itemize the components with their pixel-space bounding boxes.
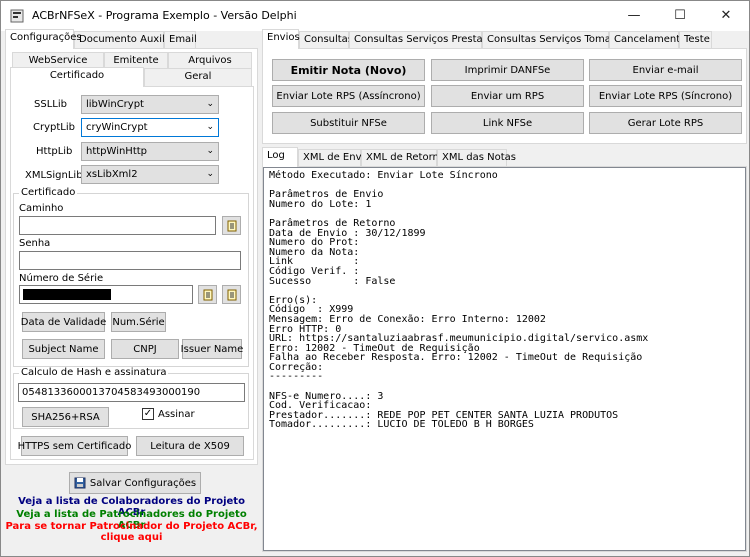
hash-input[interactable]: 0548133600013704583493000190: [18, 383, 245, 402]
maximize-button[interactable]: ☐: [657, 1, 703, 31]
cnpj-button[interactable]: CNPJ: [111, 339, 179, 359]
save-icon: [74, 477, 86, 489]
tornar-patrocinador-line1: Para se tornar Patrocinador do Projeto A…: [5, 521, 258, 532]
maximize-icon: ☐: [674, 8, 686, 23]
chevron-down-icon: ⌄: [206, 169, 214, 179]
assinar-checkbox[interactable]: ✓: [142, 408, 154, 420]
imprimir-danfse-button[interactable]: Imprimir DANFSe: [431, 59, 584, 81]
tab-geral[interactable]: Geral: [144, 68, 252, 86]
configuracoes-panel: WebService Emitente Arquivos Certificado…: [5, 48, 258, 465]
numero-serie-select-button[interactable]: [222, 285, 241, 304]
hash-group-title: Calculo de Hash e assinatura: [19, 367, 169, 378]
tab-cancelamento[interactable]: Cancelamento: [609, 31, 686, 49]
emitir-nota-button[interactable]: Emitir Nota (Novo): [272, 59, 425, 81]
senha-label: Senha: [19, 238, 51, 249]
window-title: ACBrNFSeX - Programa Exemplo - Versão De…: [32, 9, 297, 22]
log-line: Numero do Lote: 1: [269, 198, 372, 210]
cryptlib-value: cryWinCrypt: [86, 122, 148, 133]
close-icon: ✕: [720, 8, 732, 23]
tab-consultas[interactable]: Consultas: [299, 31, 353, 49]
issuer-name-button[interactable]: Issuer Name: [181, 339, 243, 359]
enviar-um-rps-button[interactable]: Enviar um RPS: [431, 85, 584, 107]
num-serie-button[interactable]: Num.Série: [111, 312, 166, 332]
enviar-email-button[interactable]: Enviar e-mail: [589, 59, 742, 81]
tornar-patrocinador-link[interactable]: Para se tornar Patrocinador do Projeto A…: [5, 521, 258, 543]
tab-xml-notas[interactable]: XML das Notas: [437, 149, 516, 167]
log-line: Correção:: [269, 361, 324, 373]
envios-panel: Emitir Nota (Novo) Imprimir DANFSe Envia…: [262, 48, 747, 144]
log-line: Tomador.........: LUCIO DE TOLEDO B H BO…: [269, 419, 534, 431]
caminho-label: Caminho: [19, 203, 64, 214]
tab-consultas-servicos-tomados[interactable]: Consultas Serviços Tomados: [482, 31, 629, 49]
subject-name-button[interactable]: Subject Name: [22, 339, 105, 359]
tab-xml-envio[interactable]: XML de Envio: [298, 149, 370, 167]
tab-log[interactable]: Log: [262, 147, 298, 167]
certificado-group-title: Certificado: [19, 187, 78, 198]
log-line: Método Executado: Enviar Lote Síncrono: [269, 170, 498, 181]
main-window: ACBrNFSeX - Programa Exemplo - Versão De…: [0, 0, 750, 557]
enviar-lote-assincrono-button[interactable]: Enviar Lote RPS (Assíncrono): [272, 85, 425, 107]
title-bar: ACBrNFSeX - Programa Exemplo - Versão De…: [1, 1, 749, 31]
log-line: Sucesso : False: [269, 275, 396, 287]
document-icon: [227, 289, 236, 300]
caminho-input[interactable]: [19, 216, 216, 235]
hash-group: Calculo de Hash e assinatura 05481336000…: [13, 367, 249, 429]
log-panel: Método Executado: Enviar Lote Síncrono P…: [262, 166, 747, 552]
document-icon: [203, 289, 212, 300]
salvar-configuracoes-label: Salvar Configurações: [89, 477, 197, 489]
tab-envios[interactable]: Envios: [262, 29, 300, 49]
gerar-lote-rps-button[interactable]: Gerar Lote RPS: [589, 112, 742, 134]
ssllib-value: libWinCrypt: [86, 99, 144, 110]
numero-serie-label: Número de Série: [19, 273, 104, 284]
chevron-down-icon: ⌄: [206, 122, 214, 132]
xmlsignlib-value: xsLibXml2: [86, 169, 138, 180]
document-icon: [227, 220, 236, 231]
data-validade-button[interactable]: Data de Validade: [21, 312, 106, 332]
assinar-label: Assinar: [158, 409, 195, 420]
substituir-nfse-button[interactable]: Substituir NFSe: [272, 112, 425, 134]
certificado-panel: SSLLib libWinCrypt ⌄ CryptLib cryWinCrypt…: [10, 86, 254, 460]
cryptlib-combo[interactable]: cryWinCrypt ⌄: [81, 118, 219, 137]
numero-serie-input[interactable]: [19, 285, 193, 304]
minimize-button[interactable]: —: [611, 1, 657, 31]
tab-documento-auxiliar[interactable]: Documento Auxiliar: [74, 31, 178, 49]
tab-teste[interactable]: Teste: [679, 31, 712, 49]
tab-email[interactable]: Email: [164, 31, 197, 49]
https-sem-certificado-button[interactable]: HTTPS sem Certificado: [18, 436, 131, 456]
close-button[interactable]: ✕: [703, 1, 749, 31]
httplib-value: httpWinHttp: [86, 146, 148, 157]
log-line: ---------: [269, 371, 324, 383]
tornar-patrocinador-line2: clique aqui: [100, 532, 163, 543]
chevron-down-icon: ⌄: [206, 99, 214, 109]
sha256-rsa-button[interactable]: SHA256+RSA: [22, 407, 109, 427]
httplib-combo[interactable]: httpWinHttp ⌄: [81, 142, 219, 161]
numero-serie-browse-button[interactable]: [198, 285, 217, 304]
leitura-x509-button[interactable]: Leitura de X509: [136, 436, 244, 456]
numero-serie-redacted: [23, 289, 111, 300]
xmlsignlib-label: XMLSignLib: [25, 170, 83, 181]
xmlsignlib-combo[interactable]: xsLibXml2 ⌄: [81, 165, 219, 184]
senha-input[interactable]: [19, 251, 241, 270]
minimize-icon: —: [627, 8, 641, 23]
tab-configuracoes[interactable]: Configurações: [5, 29, 82, 49]
checkmark-icon: ✓: [143, 408, 153, 419]
link-nfse-button[interactable]: Link NFSe: [431, 112, 584, 134]
enviar-lote-sincrono-button[interactable]: Enviar Lote RPS (Síncrono): [589, 85, 742, 107]
log-line: Falha ao Receber Resposta. Erro: 12002 -…: [269, 352, 643, 364]
app-icon: [10, 9, 24, 23]
chevron-down-icon: ⌄: [206, 146, 214, 156]
httplib-label: HttpLib: [36, 146, 73, 157]
ssllib-label: SSLLib: [34, 99, 67, 110]
salvar-configuracoes-button[interactable]: Salvar Configurações: [69, 472, 201, 494]
cryptlib-label: CryptLib: [33, 122, 75, 133]
tab-certificado[interactable]: Certificado: [10, 67, 144, 87]
log-memo[interactable]: Método Executado: Enviar Lote Síncrono P…: [263, 167, 746, 551]
certificado-group: Certificado Caminho Senha Número de Séri…: [13, 187, 249, 367]
tab-xml-retorno[interactable]: XML de Retorno: [361, 149, 445, 167]
ssllib-combo[interactable]: libWinCrypt ⌄: [81, 95, 219, 114]
caminho-browse-button[interactable]: [222, 216, 241, 235]
tab-consultas-servicos-prestados[interactable]: Consultas Serviços Prestados: [349, 31, 500, 49]
